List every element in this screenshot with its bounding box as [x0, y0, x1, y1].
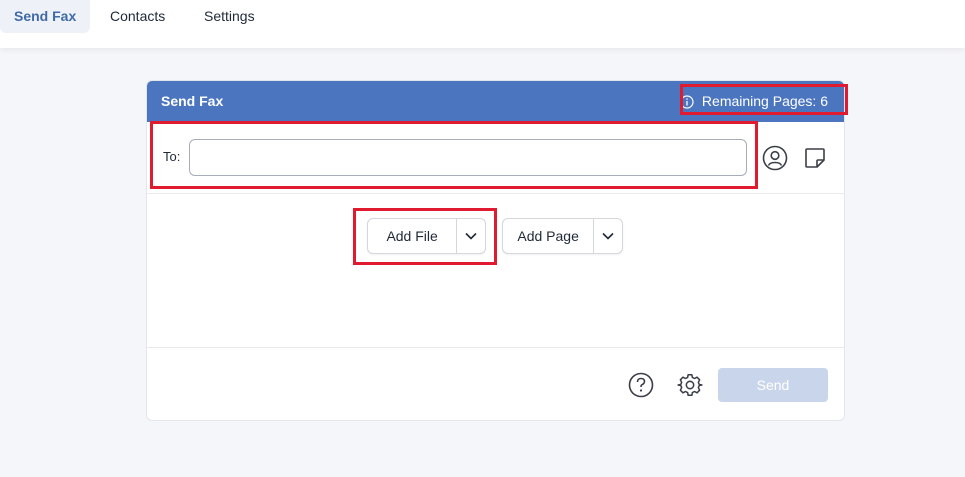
panel-title: Send Fax: [161, 93, 224, 109]
panel-header: Send Fax Remaining Pages: 6: [147, 81, 844, 122]
top-nav: Send Fax Contacts Settings: [0, 0, 965, 48]
tab-send-fax[interactable]: Send Fax: [0, 0, 91, 33]
help-button[interactable]: [627, 371, 655, 399]
contact-book-button[interactable]: [761, 144, 789, 172]
tab-settings[interactable]: Settings: [190, 0, 269, 33]
add-page-split-button: Add Page: [502, 218, 623, 254]
chevron-down-icon: [465, 232, 477, 240]
panel-footer: Send: [147, 347, 844, 420]
settings-button[interactable]: [676, 371, 704, 399]
add-file-split-button: Add File: [367, 218, 486, 254]
add-page-button[interactable]: Add Page: [503, 219, 595, 253]
send-button[interactable]: Send: [718, 368, 828, 402]
contact-book-icon: [762, 145, 788, 171]
info-icon: [680, 94, 694, 109]
remaining-pages-text: Remaining Pages: 6: [701, 93, 828, 109]
note-icon: [805, 148, 825, 168]
note-button[interactable]: [801, 144, 829, 172]
help-icon: [628, 372, 654, 398]
chevron-down-icon: [602, 232, 614, 240]
tab-contacts[interactable]: Contacts: [96, 0, 179, 33]
recipient-row: To:: [147, 122, 844, 194]
gear-icon: [677, 373, 703, 397]
add-file-button[interactable]: Add File: [368, 219, 458, 253]
add-page-dropdown-button[interactable]: [594, 219, 622, 253]
add-file-dropdown-button[interactable]: [457, 219, 485, 253]
recipient-input[interactable]: [189, 139, 747, 176]
remaining-pages: Remaining Pages: 6: [680, 81, 828, 122]
to-label: To:: [163, 149, 181, 164]
send-fax-panel: Send Fax Remaining Pages: 6 To: Add File…: [146, 80, 845, 421]
